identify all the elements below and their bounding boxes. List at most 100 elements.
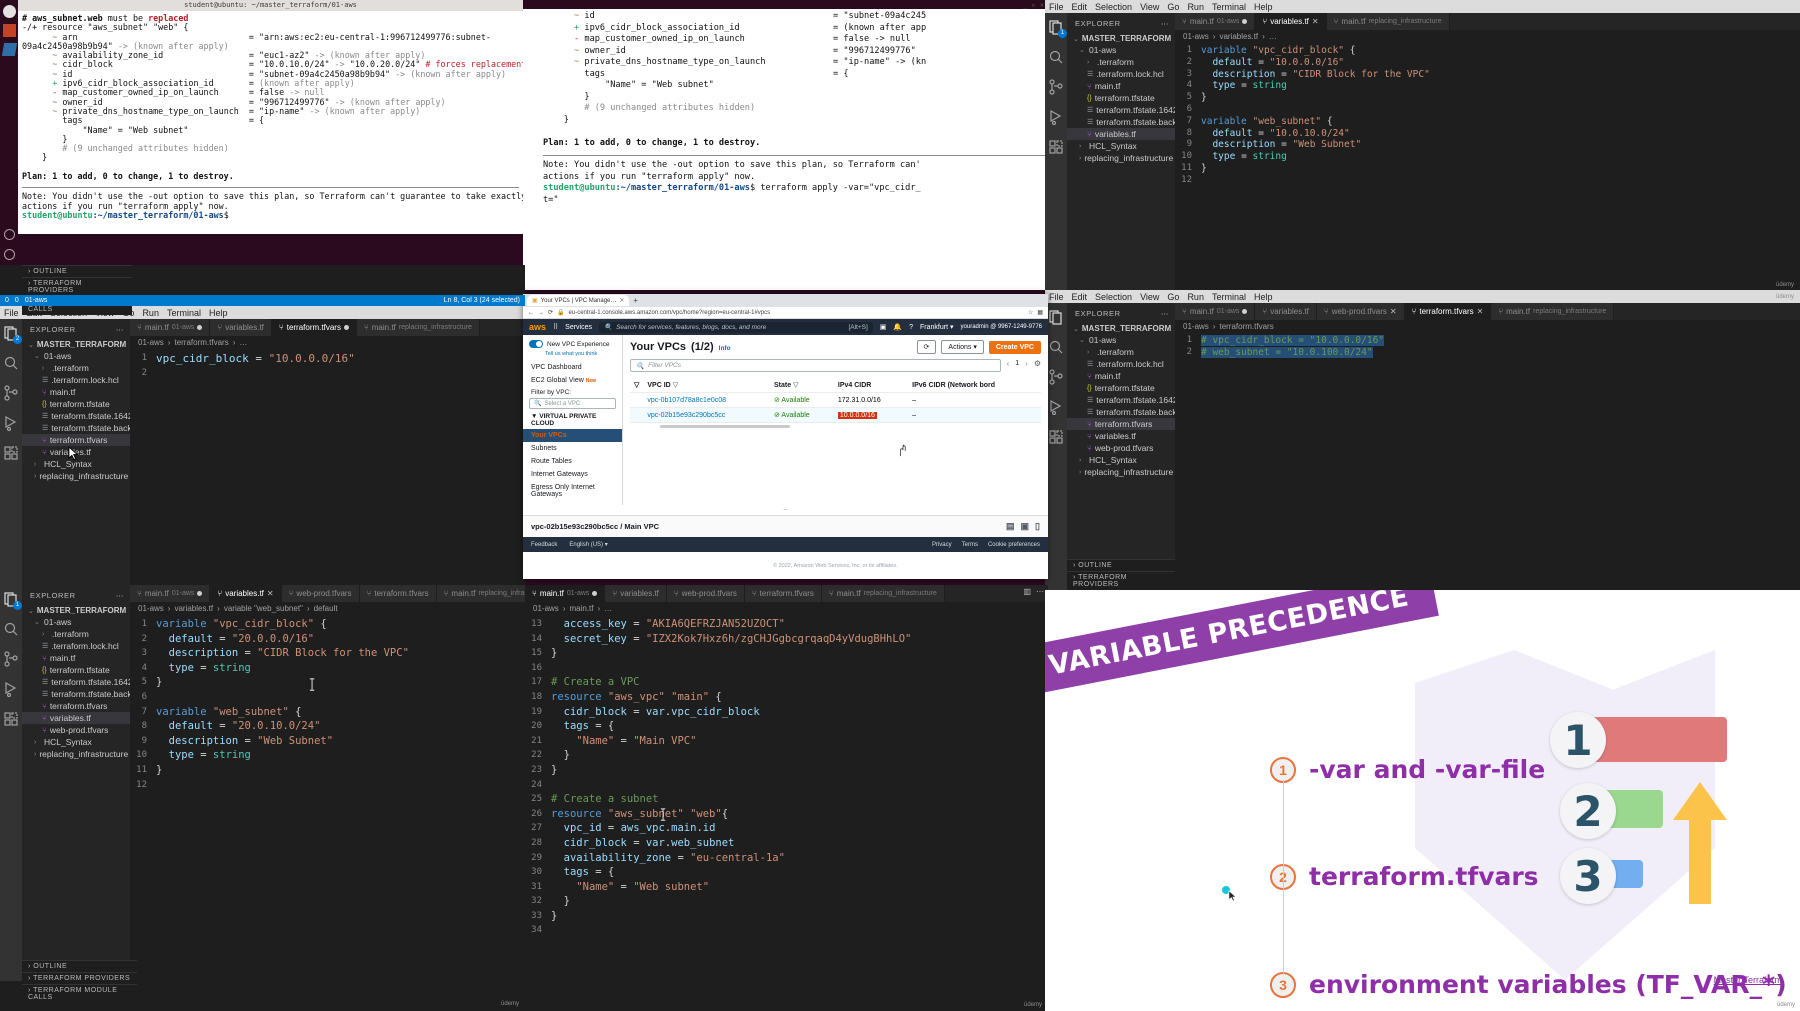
editor-tab-web-prod-tfvars[interactable]: ⑂ web-prod.tfvars ✕ bbox=[1316, 303, 1405, 320]
error-count[interactable]: 0 bbox=[5, 297, 9, 304]
statusbar-mid-left[interactable]: 0 0 01-aws Ln 8, Col 3 (24 selected) bbox=[0, 295, 525, 306]
file-tree-bottom-left[interactable]: › .terraform ☰ .terraform.lock.hcl ⑂ main.tf{… bbox=[22, 628, 160, 760]
editor-tabs-top-right[interactable]: ⑂ main.tf 01-aws ⑂ variables.tf ✕ ⑂ main.tf repl… bbox=[1175, 13, 1800, 30]
source-control-icon[interactable] bbox=[3, 385, 19, 401]
panel-resize-handle[interactable]: ⎯ bbox=[523, 505, 1048, 515]
breadcrumb-item[interactable]: terraform.tfvars bbox=[1219, 322, 1273, 331]
editor-actions-bottom-mid[interactable]: ▥ ⋯ bbox=[1023, 587, 1044, 596]
page-number[interactable]: 1 bbox=[1015, 360, 1019, 367]
breadcrumb-item[interactable]: variables.tf bbox=[174, 604, 213, 613]
close-icon[interactable]: ✕ bbox=[1390, 307, 1397, 316]
panel-footer-bottom-left[interactable]: › OUTLINE › TERRAFORM PROVIDERS › TERRAFOR… bbox=[22, 960, 137, 1003]
breadcrumb-top-right[interactable]: 01-aws › variables.tf ›… bbox=[1175, 30, 1800, 43]
tree-item-terraform-tfstate-backup[interactable]: ☰ terraform.tfstate.backup bbox=[22, 422, 141, 434]
tree-item--terraform-lock-hcl[interactable]: ☰ .terraform.lock.hcl bbox=[1067, 68, 1175, 80]
run-debug-icon[interactable] bbox=[1048, 109, 1064, 126]
browser-tab[interactable]: ▣ Your VPCs | VPC Manage… ✕ bbox=[527, 295, 630, 306]
table-row[interactable]: vpc-0b107d78a8c1e0c08 ⊘ Available 172.31.0… bbox=[630, 392, 1041, 408]
tree-item-replacing-infrastructure[interactable]: › replacing_infrastructure bbox=[22, 748, 130, 760]
breadcrumb-item[interactable]: … bbox=[239, 338, 247, 347]
tree-item--terraform-lock-hcl[interactable]: ☰ .terraform.lock.hcl bbox=[22, 640, 130, 652]
editor-tab-main-tf[interactable]: ⑂main.tfreplacing_infrastructure bbox=[1326, 13, 1450, 30]
file-tree-mid-right[interactable]: › .terraform ☰ .terraform.lock.hcl ⑂ main.tf{… bbox=[1067, 346, 1205, 478]
footer-feedback-link[interactable]: Feedback bbox=[531, 542, 557, 548]
git-branch-label[interactable]: 01-aws bbox=[25, 297, 48, 304]
menu-terminal[interactable]: Terminal bbox=[1212, 292, 1246, 302]
activity-bar-mid-right[interactable] bbox=[1045, 303, 1067, 590]
breadcrumb-item[interactable]: variables.tf bbox=[1219, 32, 1258, 41]
tree-item-web-prod-tfvars[interactable]: ⑂ web-prod.tfvars bbox=[22, 724, 130, 736]
close-icon[interactable]: ✕ bbox=[267, 589, 274, 598]
tree-item-variables-tf[interactable]: ⑂variables.tf bbox=[1067, 128, 1175, 140]
sidebar-item-ec2-global-view[interactable]: EC2 Global View New bbox=[523, 374, 622, 387]
col-ipv6-cidr[interactable]: IPv6 CIDR (Network bord bbox=[908, 378, 1041, 393]
menu-go[interactable]: Go bbox=[1167, 2, 1179, 12]
footer-privacy-link[interactable]: Privacy bbox=[932, 542, 952, 548]
editor-tab-main-tf[interactable]: ⑂main.tfreplacing_infrastructure bbox=[821, 585, 945, 602]
extensions-puzzle-icon[interactable]: ▦ bbox=[1037, 309, 1043, 316]
terminal-icon[interactable] bbox=[2, 24, 16, 37]
horizontal-scrollbar[interactable] bbox=[660, 425, 790, 428]
terminal-window-left[interactable]: student@ubuntu: ~/master_terraform/01-aw… bbox=[18, 0, 523, 234]
breadcrumb-item[interactable]: terraform.tfvars bbox=[174, 338, 228, 347]
info-link[interactable]: Info bbox=[719, 345, 731, 352]
breadcrumb-item[interactable]: 01-aws bbox=[1183, 32, 1209, 41]
panel-footer-top-left[interactable]: › OUTLINE› TERRAFORM PROVIDERS› TERRAFOR… bbox=[22, 265, 132, 315]
menu-view[interactable]: View bbox=[1140, 292, 1159, 302]
tree-root-master-terraform[interactable]: ⌄ MASTER_TERRAFORM bbox=[1067, 33, 1175, 44]
tree-item-hcl-syntax[interactable]: › HCL_Syntax bbox=[1067, 140, 1175, 152]
breadcrumb-mid-left[interactable]: 01-aws › terraform.tfvars ›… bbox=[130, 336, 525, 349]
sidebar-item-your-vpcs[interactable]: Your VPCs bbox=[523, 429, 622, 442]
row-checkbox[interactable] bbox=[630, 407, 644, 423]
back-icon[interactable]: ← bbox=[528, 310, 534, 316]
cell-vpc-id[interactable]: vpc-0b107d78a8c1e0c08 bbox=[643, 392, 770, 408]
breadcrumb-bottom-mid[interactable]: 01-aws › main.tf ›… bbox=[525, 602, 1048, 615]
menu-view[interactable]: View bbox=[1140, 2, 1159, 12]
breadcrumb-bottom-left[interactable]: 01-aws › variables.tf › variable "web_subnet… bbox=[130, 602, 525, 615]
region-selector[interactable]: Frankfurt ▾ bbox=[920, 323, 953, 331]
sidebar-group-title[interactable]: ▼ VIRTUAL PRIVATE CLOUD bbox=[523, 409, 622, 429]
account-menu[interactable]: youradmin @ 9967-1249-9776 bbox=[961, 324, 1042, 330]
panel-section-outline[interactable]: › OUTLINE bbox=[22, 960, 137, 972]
tree-folder-01-aws[interactable]: ⌄ 01-aws bbox=[22, 350, 130, 362]
explorer-more-icon[interactable]: ⋯ bbox=[1161, 19, 1169, 28]
editor-tabs-bottom-mid[interactable]: ⑂ main.tf 01-aws ⑂ variables.tf ⑂ web-prod.tfv… bbox=[525, 585, 1048, 602]
reload-icon[interactable]: ⟳ bbox=[548, 309, 553, 316]
menu-help[interactable]: Help bbox=[1254, 292, 1273, 302]
terminal-titlebar-left[interactable]: student@ubuntu: ~/master_terraform/01-aw… bbox=[18, 0, 523, 11]
filter-vpcs-input[interactable]: 🔍 Filter VPCs bbox=[630, 359, 1001, 372]
tree-item-terraform-tfstate-backup[interactable]: ☰ terraform.tfstate.backup bbox=[1067, 406, 1186, 418]
editor-tab-main-tf[interactable]: ⑂main.tfreplacing_infrastructure bbox=[356, 319, 480, 336]
search-icon[interactable] bbox=[1048, 49, 1064, 65]
editor-tab-main-tf[interactable]: ⑂ main.tf 01-aws bbox=[130, 319, 211, 336]
breadcrumb-item[interactable]: 01-aws bbox=[138, 604, 164, 613]
sidebar-item-subnets[interactable]: Subnets bbox=[523, 442, 622, 455]
menu-run[interactable]: Run bbox=[1187, 2, 1204, 12]
editor-tab-variables-tf[interactable]: ⑂ variables.tf ✕ bbox=[1255, 13, 1327, 30]
split-editor-icon[interactable]: ▥ bbox=[1023, 587, 1031, 596]
window-controls-right[interactable]: _ ▫ ✕ bbox=[1023, 1, 1044, 10]
tree-folder-01-aws[interactable]: ⌄ 01-aws bbox=[22, 616, 130, 628]
tree-root-master-terraform[interactable]: ⌄ MASTER_TERRAFORM bbox=[22, 339, 130, 350]
source-control-icon[interactable] bbox=[1048, 369, 1064, 385]
browser-url-bar[interactable]: ← → ⟳ 🔒 eu-central-1.console.aws.amazon.… bbox=[523, 307, 1048, 319]
menu-help[interactable]: Help bbox=[1254, 2, 1273, 12]
menu-selection[interactable]: Selection bbox=[1095, 292, 1132, 302]
explorer-icon[interactable]: 1 bbox=[1048, 19, 1067, 38]
tree-item-variables-tf[interactable]: ⑂variables.tf bbox=[22, 712, 130, 724]
vpcs-table[interactable]: ▽ VPC ID ▽ State ▽ IPv4 CIDR IPv6 CIDR (… bbox=[630, 378, 1041, 423]
tree-root-master-terraform[interactable]: ⌄ MASTER_TERRAFORM bbox=[22, 605, 130, 616]
source-control-icon[interactable] bbox=[1048, 79, 1064, 95]
run-debug-icon[interactable] bbox=[1048, 399, 1064, 416]
editor-tab-main-tf[interactable]: ⑂ main.tf 01-aws bbox=[1175, 13, 1256, 30]
tree-item-main-tf[interactable]: ⑂ main.tf bbox=[1067, 80, 1175, 92]
more-actions-icon[interactable]: ⋯ bbox=[1036, 587, 1044, 596]
sidebar-item-egress-only-internet-gateways[interactable]: Egress Only Internet Gateways bbox=[523, 481, 622, 501]
vscode-icon[interactable] bbox=[1, 43, 17, 56]
cell-vpc-id[interactable]: vpc-02b15e93c290bc5cc bbox=[643, 407, 770, 423]
editor-tab-terraform-tfvars[interactable]: ⑂ terraform.tfvars bbox=[359, 585, 437, 602]
tree-item-terraform-tfvars[interactable]: ⑂ terraform.tfvars bbox=[1067, 418, 1175, 430]
layout-split-icon[interactable]: ▣ bbox=[1021, 521, 1030, 532]
aws-sidebar[interactable]: New VPC Experience Tell us what you thin… bbox=[523, 335, 623, 505]
run-debug-icon[interactable] bbox=[3, 681, 19, 698]
